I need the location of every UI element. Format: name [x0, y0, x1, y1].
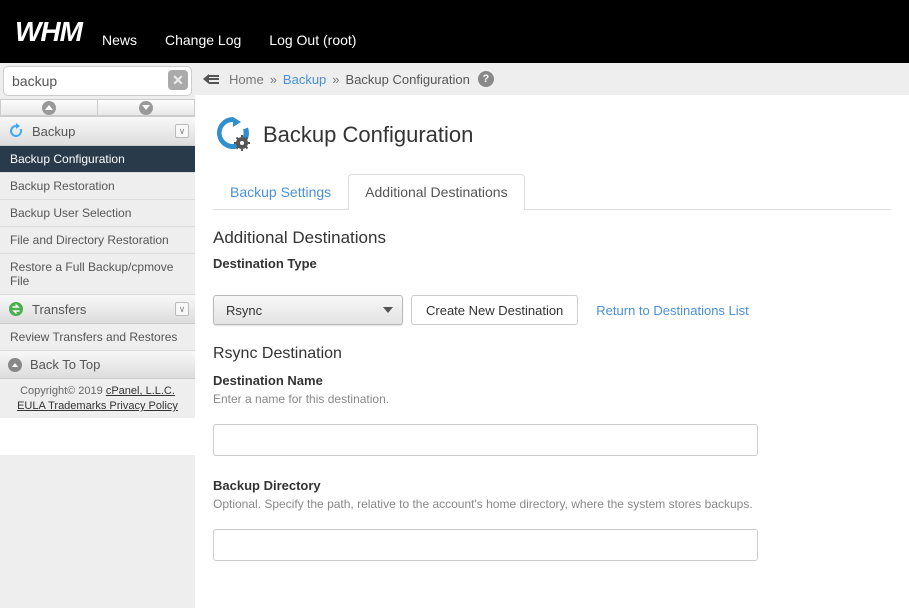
destination-type-row: Rsync Create New Destination Return to D…: [213, 295, 891, 325]
main-panel: Home » Backup » Backup Configuration ?: [195, 63, 909, 608]
backup-directory-label: Backup Directory: [213, 478, 891, 493]
sidebar-transfers-items: Review Transfers and Restores: [0, 324, 195, 351]
transfers-icon: [8, 301, 24, 317]
page-title: Backup Configuration: [263, 122, 473, 148]
create-destination-button[interactable]: Create New Destination: [411, 295, 578, 325]
section-heading: Additional Destinations: [213, 228, 891, 248]
top-header: WHM News Change Log Log Out (root): [0, 0, 909, 63]
content: Backup Configuration Backup Settings Add…: [195, 95, 909, 601]
sidebar-section-backup[interactable]: Backup ∨: [0, 117, 195, 146]
backup-directory-group: Backup Directory Optional. Specify the p…: [213, 478, 891, 561]
breadcrumb-backup[interactable]: Backup: [283, 72, 326, 87]
sidebar-backup-items: Backup Configuration Backup Restoration …: [0, 146, 195, 295]
trademarks-link[interactable]: Trademarks: [48, 400, 109, 412]
breadcrumb-bar: Home » Backup » Backup Configuration ?: [195, 63, 909, 95]
destination-type-value: Rsync: [226, 303, 262, 318]
rsync-destination-heading: Rsync Destination: [213, 345, 891, 363]
sidebar-section-backup-label: Backup: [32, 124, 75, 139]
refresh-icon: [8, 123, 24, 139]
cpanel-link[interactable]: cPanel, L.L.C.: [106, 385, 175, 397]
breadcrumb-home: Home: [229, 72, 264, 87]
header-nav: News Change Log Log Out (root): [102, 32, 356, 48]
sidebar-item-file-directory-restoration[interactable]: File and Directory Restoration: [0, 227, 195, 254]
search-input[interactable]: [3, 66, 192, 96]
clear-search-icon[interactable]: ✕: [168, 70, 188, 90]
left-panel: ✕ Backup ∨ Backup Configuration Backup R…: [0, 63, 195, 608]
nav-collapse-up[interactable]: [0, 99, 97, 116]
nav-changelog[interactable]: Change Log: [165, 32, 241, 48]
footer-info: Copyright© 2019 cPanel, L.L.C. EULA Trad…: [0, 379, 195, 418]
copyright-text: Copyright© 2019: [20, 385, 106, 397]
backup-directory-input[interactable]: [213, 529, 758, 561]
chevron-down-icon: [383, 307, 393, 313]
arrow-up-icon: [8, 358, 22, 372]
tabs: Backup Settings Additional Destinations: [213, 174, 891, 210]
arrow-down-icon: [139, 101, 153, 115]
back-to-top[interactable]: Back To Top: [0, 351, 195, 379]
return-to-list-link[interactable]: Return to Destinations List: [596, 303, 748, 318]
arrow-up-icon: [42, 101, 56, 115]
sidebar-section-transfers[interactable]: Transfers ∨: [0, 295, 195, 324]
destination-type-label: Destination Type: [213, 256, 891, 271]
nav-news[interactable]: News: [102, 32, 137, 48]
privacy-link[interactable]: Privacy Policy: [109, 400, 177, 412]
nav-logout[interactable]: Log Out (root): [269, 32, 356, 48]
back-to-top-label: Back To Top: [30, 357, 100, 372]
destination-name-input[interactable]: [213, 424, 758, 456]
eula-link[interactable]: EULA: [17, 400, 48, 412]
sidebar-item-backup-restoration[interactable]: Backup Restoration: [0, 173, 195, 200]
help-icon[interactable]: ?: [478, 71, 494, 87]
sidebar-toggle-icon[interactable]: [205, 73, 219, 85]
whm-logo[interactable]: WHM: [15, 16, 82, 48]
nav-expand-down[interactable]: [97, 99, 195, 116]
chevron-icon[interactable]: ∨: [175, 124, 189, 138]
breadcrumb-current: Backup Configuration: [346, 72, 470, 87]
sidebar-item-backup-user-selection[interactable]: Backup User Selection: [0, 200, 195, 227]
nav-arrows: [0, 99, 195, 117]
backup-config-icon: [213, 113, 253, 156]
sidebar-item-review-transfers[interactable]: Review Transfers and Restores: [0, 324, 195, 351]
sidebar-item-backup-configuration[interactable]: Backup Configuration: [0, 146, 195, 173]
destination-type-select[interactable]: Rsync: [213, 295, 403, 325]
tab-backup-settings[interactable]: Backup Settings: [213, 174, 348, 209]
sidebar-section-transfers-label: Transfers: [32, 302, 86, 317]
backup-directory-desc: Optional. Specify the path, relative to …: [213, 497, 891, 511]
destination-name-desc: Enter a name for this destination.: [213, 392, 891, 406]
chevron-icon[interactable]: ∨: [175, 302, 189, 316]
destination-name-label: Destination Name: [213, 373, 891, 388]
destination-name-group: Destination Name Enter a name for this d…: [213, 373, 891, 456]
search-container: ✕: [0, 63, 195, 99]
tab-additional-destinations[interactable]: Additional Destinations: [348, 174, 524, 210]
sidebar-item-restore-full-backup[interactable]: Restore a Full Backup/cpmove File: [0, 254, 195, 295]
page-title-row: Backup Configuration: [213, 113, 891, 156]
